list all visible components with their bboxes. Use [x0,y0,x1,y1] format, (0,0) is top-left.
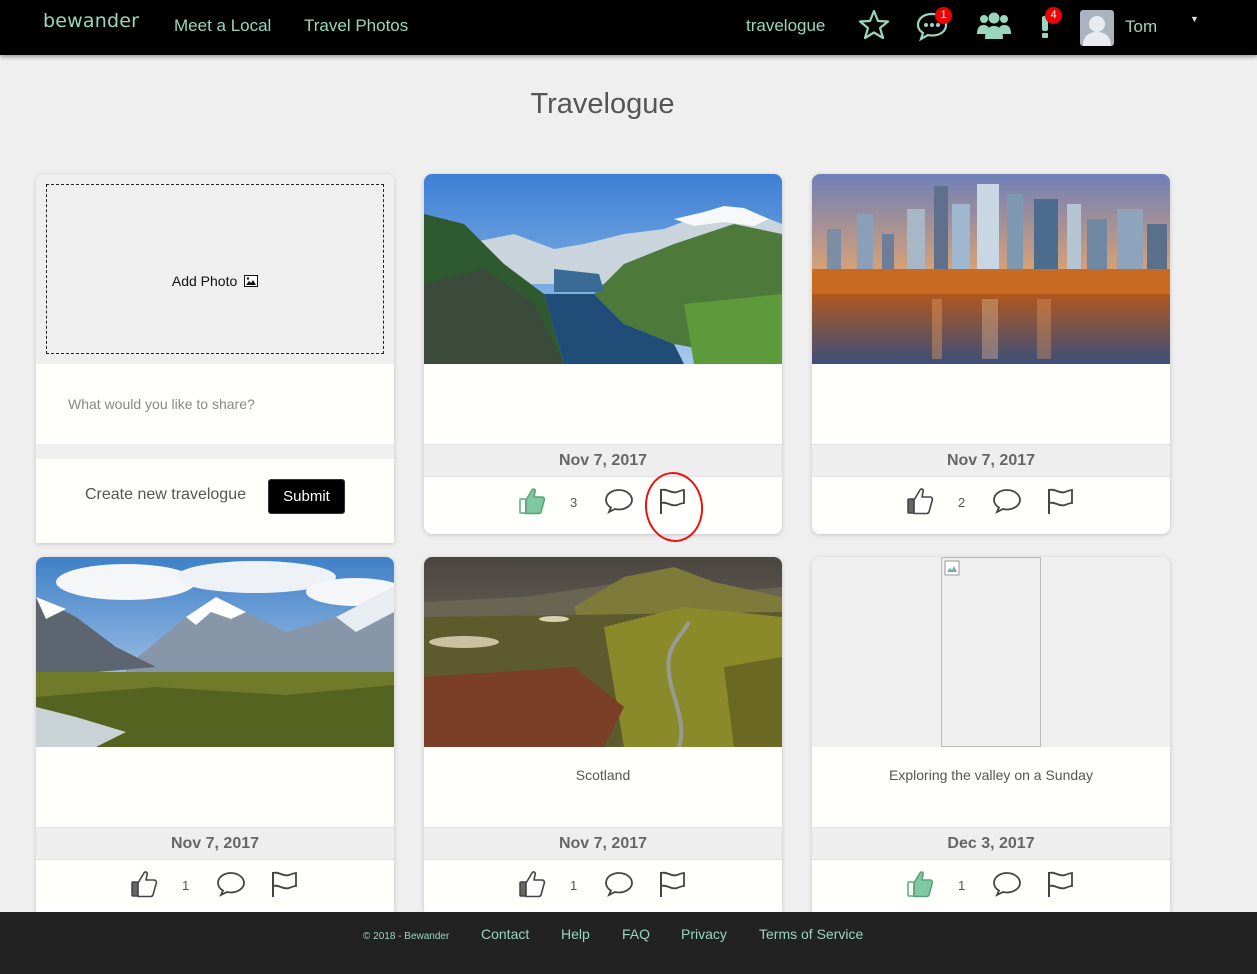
flag-icon[interactable] [1045,869,1075,899]
travelogue-card: Nov 7, 2017 2 [812,174,1170,534]
add-photo-button[interactable]: Add Photo [46,184,384,354]
post-actions: 3 [424,477,782,525]
like-count: 3 [570,495,578,510]
post-caption [36,747,394,827]
like-count: 1 [958,878,966,893]
avatar[interactable] [1080,10,1114,46]
travelogue-card: Scotland Nov 7, 2017 1 [424,557,782,917]
notifications-badge: 4 [1045,7,1062,24]
broken-image-icon [941,557,1041,747]
flag-icon[interactable] [269,869,299,899]
footer: © 2018 - Bewander Contact Help FAQ Priva… [0,912,1257,974]
submit-button[interactable]: Submit [268,479,345,514]
post-caption: Scotland [424,747,782,827]
brand-logo[interactable]: bewander [43,10,139,32]
create-travelogue-card: Add Photo Create new travelogue Submit [36,174,394,543]
thumbs-up-icon[interactable] [518,869,546,899]
footer-link-contact[interactable]: Contact [481,926,529,942]
nav-link-travelogue[interactable]: travelogue [746,16,825,36]
nav-link-travel-photos[interactable]: Travel Photos [304,16,408,36]
photo-drop-area: Add Photo [36,174,394,364]
comment-icon[interactable] [992,486,1022,514]
comment-icon[interactable] [216,869,246,897]
footer-link-help[interactable]: Help [561,926,590,942]
post-date: Nov 7, 2017 [812,444,1170,477]
thumbs-up-icon[interactable] [906,869,934,899]
user-name[interactable]: Tom [1125,17,1157,37]
post-caption [424,364,782,444]
image-icon [244,275,259,287]
thumbs-up-icon[interactable] [130,869,158,899]
footer-link-privacy[interactable]: Privacy [681,926,727,942]
post-photo[interactable] [812,557,1170,747]
like-count: 1 [182,878,190,893]
post-actions: 1 [36,860,394,908]
friends-icon[interactable] [975,8,1013,42]
comment-icon[interactable] [604,486,634,514]
post-date: Nov 7, 2017 [424,827,782,860]
post-photo[interactable] [36,557,394,747]
nav-link-meet-a-local[interactable]: Meet a Local [174,16,271,36]
post-caption: Exploring the valley on a Sunday [812,747,1170,827]
post-actions: 1 [812,860,1170,908]
travelogue-card: Nov 7, 2017 1 [36,557,394,917]
post-photo[interactable] [424,557,782,747]
post-date: Dec 3, 2017 [812,827,1170,860]
create-travelogue-label: Create new travelogue [85,486,246,503]
top-navbar: bewander Meet a Local Travel Photos trav… [0,0,1257,55]
like-count: 1 [570,878,578,893]
comment-icon[interactable] [992,869,1022,897]
star-icon[interactable] [857,8,891,42]
footer-link-faq[interactable]: FAQ [622,926,650,942]
footer-link-terms[interactable]: Terms of Service [759,926,863,942]
flag-icon[interactable] [657,486,687,516]
divider [36,444,394,459]
chevron-down-icon[interactable]: ▼ [1190,14,1199,24]
add-photo-label: Add Photo [171,273,238,289]
post-photo[interactable] [424,174,782,364]
post-date: Nov 7, 2017 [424,444,782,477]
comment-icon[interactable] [604,869,634,897]
share-input[interactable] [36,364,394,444]
post-actions: 1 [424,860,782,908]
thumbs-up-icon[interactable] [518,486,546,516]
flag-icon[interactable] [1045,486,1075,516]
messages-badge: 1 [935,7,952,24]
like-count: 2 [958,495,966,510]
copyright: © 2018 - Bewander [363,931,450,942]
flag-icon[interactable] [657,869,687,899]
page-title: Travelogue [530,88,675,120]
travelogue-card: Nov 7, 2017 3 [424,174,782,534]
post-date: Nov 7, 2017 [36,827,394,860]
post-caption [812,364,1170,444]
post-actions: 2 [812,477,1170,525]
travelogue-card: Exploring the valley on a Sunday Dec 3, … [812,557,1170,917]
thumbs-up-icon[interactable] [906,486,934,516]
post-photo[interactable] [812,174,1170,364]
